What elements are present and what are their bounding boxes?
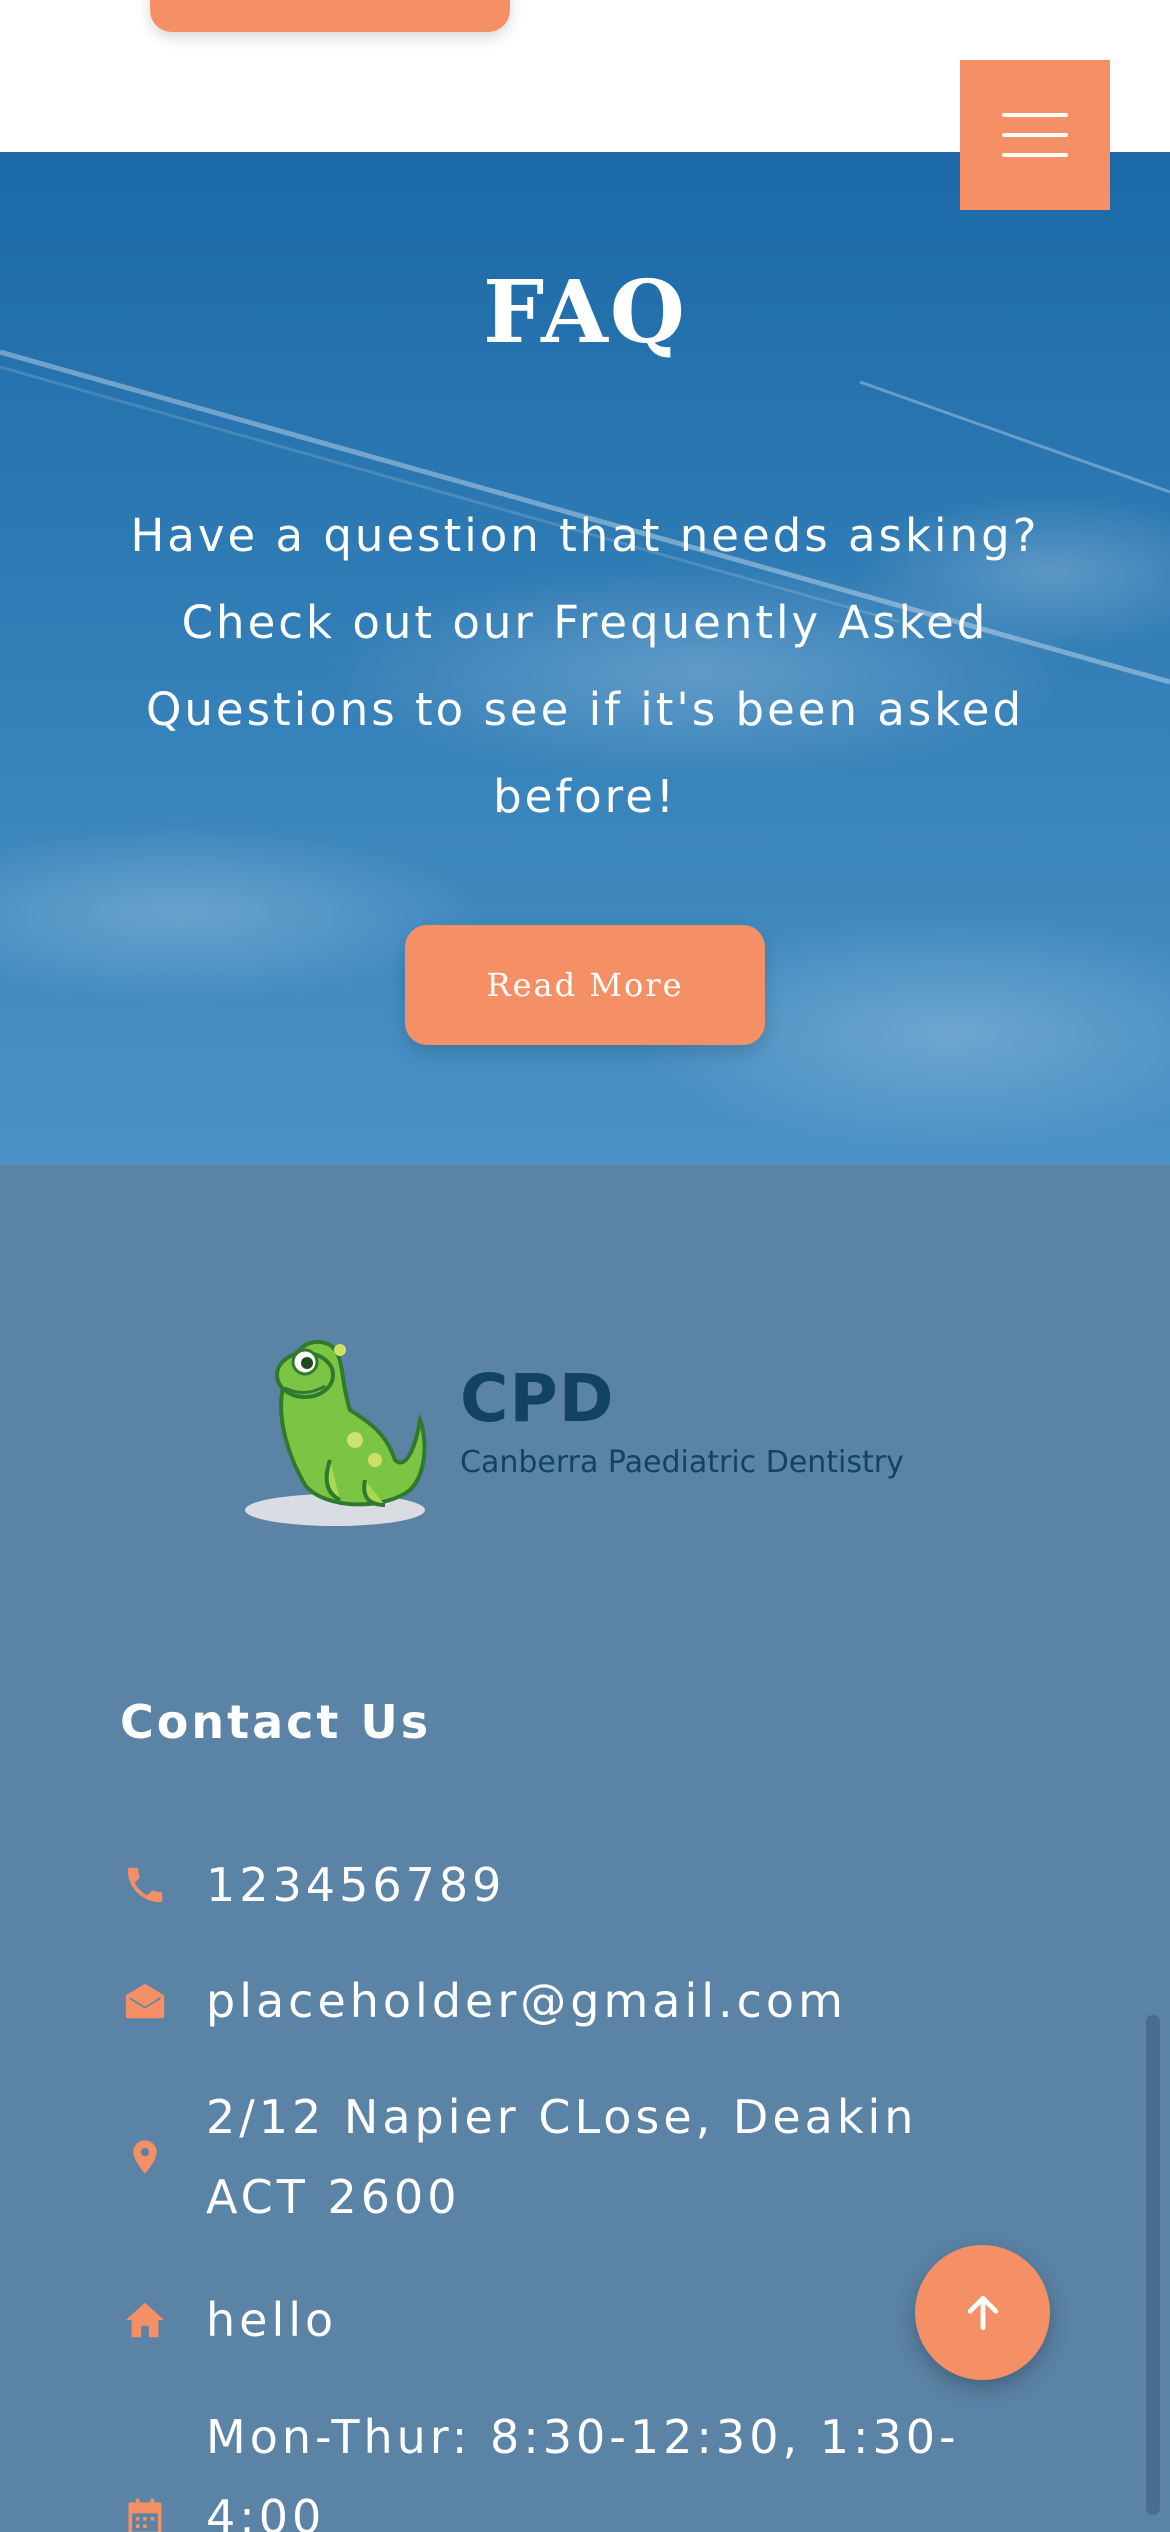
cpd-logo[interactable]: CPD Canberra Paediatric Dentistry bbox=[245, 1320, 945, 1530]
contact-hours[interactable]: Mon-Thur: 8:30-12:30, 1:30-4:00 Fri: 8:3… bbox=[120, 2397, 1036, 2532]
hamburger-menu-icon bbox=[1002, 113, 1068, 117]
hamburger-menu-icon-bar bbox=[1002, 153, 1068, 157]
logo-subtitle: Canberra Paediatric Dentistry bbox=[460, 1445, 904, 1480]
email-address: placeholder@gmail.com bbox=[206, 1974, 847, 2028]
home-icon bbox=[120, 2295, 170, 2345]
partial-button[interactable] bbox=[150, 0, 510, 32]
hamburger-menu-button[interactable] bbox=[960, 60, 1110, 210]
logo-title: CPD bbox=[460, 1360, 615, 1437]
contact-address[interactable]: 2/12 Napier CLose, Deakin ACT 2600 bbox=[120, 2077, 1036, 2237]
location-pin-icon bbox=[120, 2132, 170, 2182]
faq-description: Have a question that needs asking? Check… bbox=[130, 509, 1040, 823]
faq-title: FAQ bbox=[483, 262, 687, 363]
phone-icon bbox=[120, 1860, 170, 1910]
scroll-to-top-button[interactable] bbox=[915, 2245, 1050, 2380]
home-text: hello bbox=[206, 2293, 338, 2347]
faq-section: FAQ Have a question that needs asking? C… bbox=[0, 152, 1170, 1165]
opening-hours: Mon-Thur: 8:30-12:30, 1:30-4:00 Fri: 8:3… bbox=[206, 2410, 960, 2532]
envelope-icon bbox=[120, 1976, 170, 2026]
phone-number: 123456789 bbox=[206, 1858, 506, 1912]
contact-us-heading: Contact Us bbox=[120, 1695, 432, 1749]
contact-home[interactable]: hello bbox=[120, 2280, 337, 2360]
contact-phone[interactable]: 123456789 bbox=[120, 1845, 505, 1925]
address-text: 2/12 Napier CLose, Deakin ACT 2600 bbox=[206, 2090, 918, 2224]
read-more-button[interactable]: Read More bbox=[405, 925, 765, 1045]
contact-email[interactable]: placeholder@gmail.com bbox=[120, 1961, 847, 2041]
dinosaur-logo-icon bbox=[245, 1339, 427, 1526]
page-scrollbar[interactable] bbox=[1146, 2015, 1160, 2515]
calendar-icon bbox=[120, 2492, 170, 2532]
arrow-up-icon bbox=[967, 2295, 998, 2330]
hamburger-menu-icon-bar bbox=[1002, 133, 1068, 137]
